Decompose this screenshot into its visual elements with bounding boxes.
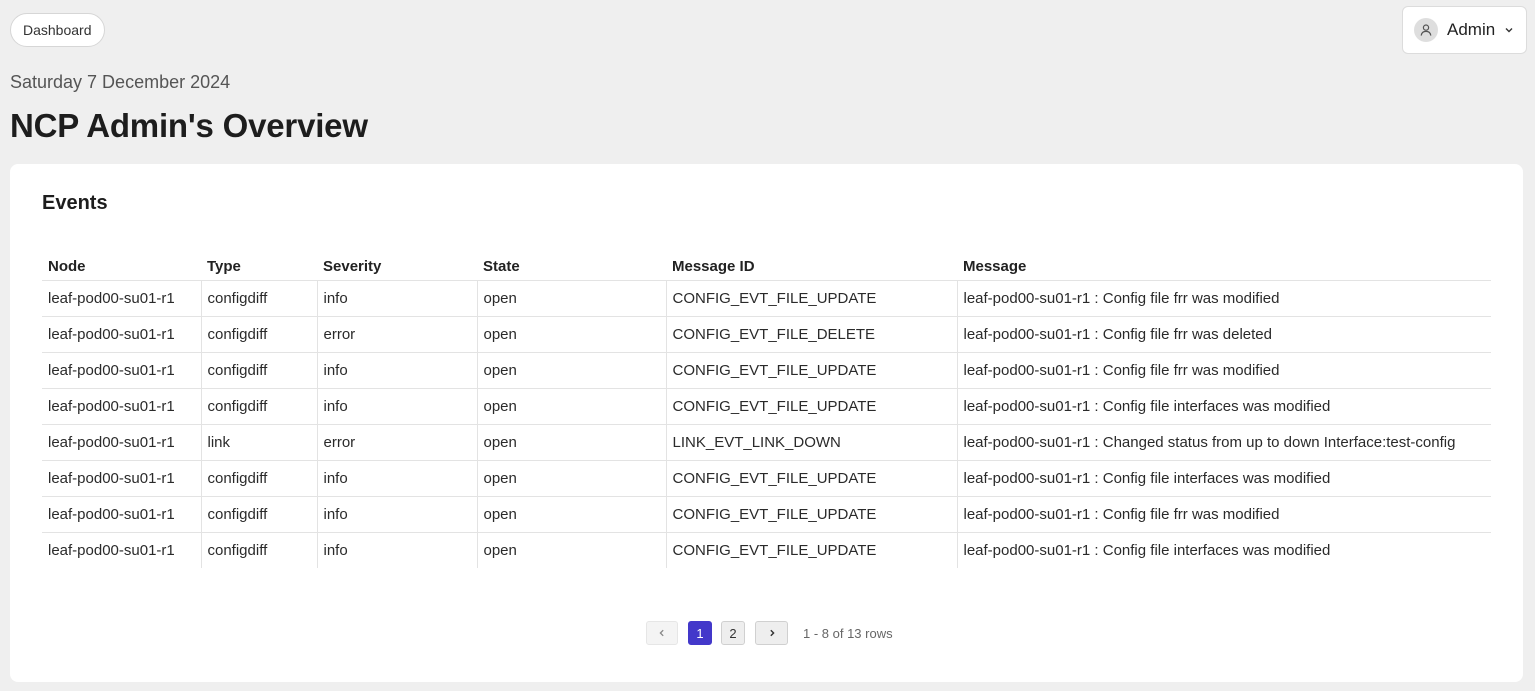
- prev-page-button[interactable]: [646, 621, 678, 645]
- cell-message-id: CONFIG_EVT_FILE_UPDATE: [665, 280, 957, 317]
- cell-state: open: [476, 352, 666, 389]
- user-menu-button[interactable]: Admin: [1402, 6, 1527, 54]
- events-table: Node Type Severity State Message ID Mess…: [42, 246, 1491, 568]
- cell-message-id: CONFIG_EVT_FILE_UPDATE: [665, 388, 957, 425]
- pagination-info: 1 - 8 of 13 rows: [803, 625, 893, 641]
- cell-severity: info: [316, 280, 477, 317]
- cell-node: leaf-pod00-su01-r1: [42, 316, 201, 353]
- events-card: Events Node Type Severity State Message …: [10, 164, 1523, 682]
- cell-node: leaf-pod00-su01-r1: [42, 424, 201, 461]
- breadcrumb-dashboard[interactable]: Dashboard: [10, 13, 105, 47]
- cell-severity: error: [316, 316, 477, 353]
- cell-node: leaf-pod00-su01-r1: [48, 541, 175, 559]
- cell-severity: info: [316, 460, 477, 497]
- cell-state: open: [476, 280, 666, 317]
- cell-severity: error: [316, 424, 477, 461]
- cell-state: open: [476, 496, 666, 533]
- cell-message-id: LINK_EVT_LINK_DOWN: [665, 424, 957, 461]
- column-header-state[interactable]: State: [477, 246, 666, 281]
- pagination: 1 2 1 - 8 of 13 rows: [646, 621, 893, 645]
- cell-message-id: CONFIG_EVT_FILE_DELETE: [665, 316, 957, 353]
- cell-node: leaf-pod00-su01-r1: [42, 460, 201, 497]
- column-header-severity[interactable]: Severity: [317, 246, 477, 281]
- cell-node: leaf-pod00-su01-r1: [42, 388, 201, 425]
- table-row[interactable]: leaf-pod00-su01-r1 configdiff info open …: [42, 280, 1491, 317]
- cell-type: link: [200, 424, 317, 461]
- column-header-node[interactable]: Node: [42, 246, 201, 281]
- cell-type: configdiff: [200, 316, 317, 353]
- cell-severity: info: [316, 496, 477, 533]
- cell-type: configdiff: [200, 496, 317, 533]
- cell-state: open: [476, 424, 666, 461]
- cell-message-id: CONFIG_EVT_FILE_UPDATE: [665, 460, 957, 497]
- cell-message-id: CONFIG_EVT_FILE_UPDATE: [665, 496, 957, 533]
- cell-type: configdiff: [200, 352, 317, 389]
- cell-message: leaf-pod00-su01-r1 : Config file frr was…: [956, 280, 1491, 317]
- table-row[interactable]: leaf-pod00-su01-r1 configdiff error open…: [42, 316, 1491, 353]
- cell-message-id: CONFIG_EVT_FILE_UPDATE: [665, 352, 957, 389]
- cell-state: open: [476, 388, 666, 425]
- cell-message: leaf-pod00-su01-r1 : Config file interfa…: [956, 460, 1491, 497]
- current-date: Saturday 7 December 2024: [10, 72, 231, 92]
- table-row[interactable]: leaf-pod00-su01-r1 link error open LINK_…: [42, 424, 1491, 461]
- table-row[interactable]: leaf-pod00-su01-r1 configdiff info open …: [42, 460, 1491, 497]
- table-row[interactable]: leaf-pod00-su01-r1 configdiff info open …: [42, 496, 1491, 533]
- cell-severity: info: [316, 352, 477, 389]
- cell-message-id: CONFIG_EVT_FILE_UPDATE: [665, 532, 957, 568]
- cell-severity: info: [316, 532, 477, 568]
- cell-state: open: [476, 316, 666, 353]
- column-header-message-id[interactable]: Message ID: [666, 246, 957, 281]
- cell-message: leaf-pod00-su01-r1 : Config file interfa…: [956, 388, 1491, 425]
- page-title: NCP Admin's Overview: [10, 107, 368, 144]
- cell-type: configdiff: [200, 280, 317, 317]
- column-header-message[interactable]: Message: [957, 246, 1491, 281]
- cell-message: leaf-pod00-su01-r1 : Config file interfa…: [956, 532, 1491, 568]
- events-title: Events: [42, 192, 108, 214]
- chevron-down-icon: [1504, 25, 1514, 35]
- cell-message: leaf-pod00-su01-r1 : Changed status from…: [956, 424, 1491, 461]
- table-row[interactable]: leaf-pod00-su01-r1 configdiff info open …: [42, 532, 1491, 568]
- cell-type: configdiff: [200, 532, 317, 568]
- chevron-left-icon: [659, 629, 664, 637]
- cell-node: leaf-pod00-su01-r1: [42, 352, 201, 389]
- page-2-button[interactable]: 2: [721, 621, 745, 645]
- cell-message: leaf-pod00-su01-r1 : Config file frr was…: [956, 316, 1491, 353]
- cell-state: open: [476, 532, 666, 568]
- cell-severity: info: [316, 388, 477, 425]
- cell-state: open: [476, 460, 666, 497]
- table-row[interactable]: leaf-pod00-su01-r1 configdiff info open …: [42, 388, 1491, 425]
- next-page-button[interactable]: [755, 621, 788, 645]
- user-name: Admin: [1447, 20, 1496, 39]
- page-1-button[interactable]: 1: [688, 621, 712, 645]
- cell-node: leaf-pod00-su01-r1: [42, 496, 201, 533]
- cell-message: leaf-pod00-su01-r1 : Config file frr was…: [956, 352, 1491, 389]
- user-icon: [1414, 18, 1438, 42]
- table-row[interactable]: leaf-pod00-su01-r1 configdiff info open …: [42, 352, 1491, 389]
- column-header-type[interactable]: Type: [201, 246, 317, 281]
- breadcrumb-label: Dashboard: [23, 22, 92, 38]
- cell-message: leaf-pod00-su01-r1 : Config file frr was…: [956, 496, 1491, 533]
- cell-type: configdiff: [200, 388, 317, 425]
- table-header-row: Node Type Severity State Message ID Mess…: [42, 246, 1491, 281]
- cell-node: leaf-pod00-su01-r1: [42, 280, 201, 317]
- chevron-right-icon: [769, 629, 775, 637]
- cell-type: configdiff: [200, 460, 317, 497]
